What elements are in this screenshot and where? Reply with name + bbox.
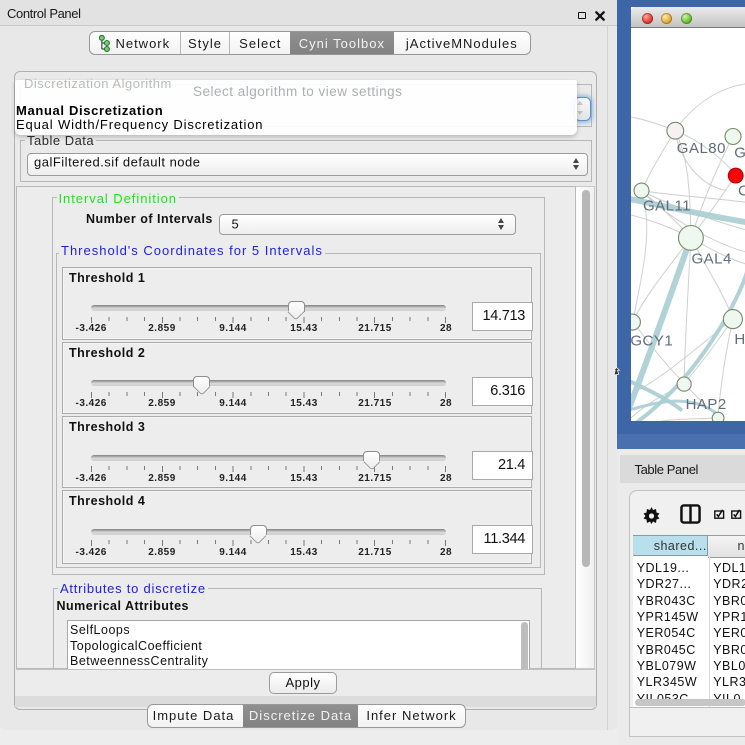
svg-text:C: C (738, 182, 745, 199)
svg-text:H: H (734, 331, 745, 348)
svg-text:HAP2: HAP2 (686, 396, 727, 413)
svg-text:GCY1: GCY1 (631, 332, 673, 349)
svg-text:GAL4: GAL4 (692, 250, 732, 267)
svg-text:G: G (734, 144, 745, 161)
svg-text:GAL11: GAL11 (643, 197, 691, 214)
svg-text:GAL80: GAL80 (677, 140, 726, 157)
